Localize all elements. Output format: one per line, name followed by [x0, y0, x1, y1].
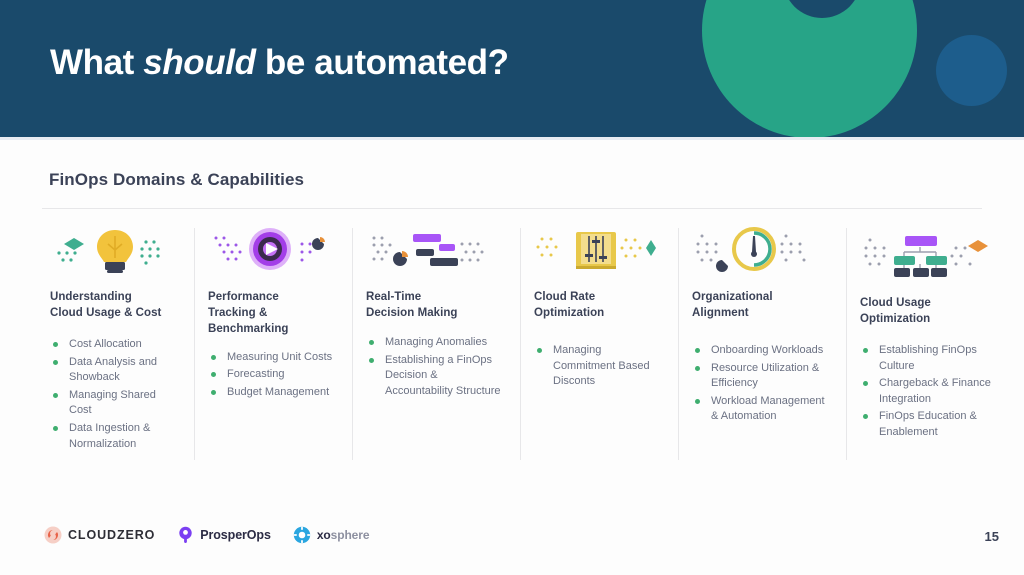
capability-item: Budget Management	[208, 385, 338, 401]
slide-footer: CLOUDZERO ProsperOps xosphere 15	[0, 512, 1024, 575]
section-divider	[42, 208, 982, 209]
domain-heading-line2: Decision Making	[366, 306, 458, 319]
capability-list: Managing Anomalies Establishing a FinOps…	[366, 335, 506, 399]
slide: What should be automated? FinOps Domains…	[0, 0, 1024, 575]
domain-heading-line1: Real-Time	[366, 291, 422, 303]
capability-list: Measuring Unit Costs Forecasting Budget …	[208, 350, 338, 401]
domain-heading-line2: Alignment	[692, 306, 749, 319]
xosphere-mark-icon	[293, 526, 311, 544]
domain-heading-line1: Cloud Rate	[534, 291, 596, 303]
domain-heading: Organizational Alignment	[692, 290, 832, 323]
capability-item: Managing Shared Cost	[50, 388, 180, 419]
domain-column-cloud-usage-optimization: Cloud Usage Optimization Establishing Fi…	[846, 222, 1024, 462]
page-number: 15	[984, 529, 999, 544]
gauge-clock-icon	[692, 222, 832, 278]
slide-title-post: be automated?	[255, 43, 509, 82]
sponsor-logos: CLOUDZERO ProsperOps xosphere	[44, 526, 370, 544]
capability-list: Establishing FinOps Culture Chargeback &…	[860, 343, 1010, 441]
slide-header: What should be automated?	[0, 0, 1024, 137]
prosperops-mark-icon	[179, 526, 192, 543]
cloudzero-mark-icon	[44, 526, 62, 544]
domain-column-organizational-alignment: Organizational Alignment Onboarding Work…	[678, 222, 846, 462]
xosphere-logo-text-light: sphere	[330, 528, 370, 542]
target-play-icon	[208, 222, 338, 278]
capability-item: Managing Commitment Based Disconts	[534, 343, 664, 390]
capability-item: Managing Anomalies	[366, 335, 506, 351]
domain-heading-line2: Tracking &	[208, 306, 268, 319]
domain-heading: Cloud Rate Optimization	[534, 290, 664, 323]
header-underline	[0, 137, 1024, 140]
domain-heading-line2: Optimization	[534, 306, 605, 319]
capability-list: Cost Allocation Data Analysis and Showba…	[50, 337, 180, 452]
domain-heading: Real-Time Decision Making	[366, 290, 506, 323]
capability-item: Resource Utilization & Efficiency	[692, 361, 832, 392]
domains-columns: Understanding Cloud Usage & Cost Cost Al…	[36, 222, 991, 462]
cloudzero-logo: CLOUDZERO	[44, 526, 155, 544]
domain-heading-line1: Performance	[208, 291, 279, 303]
capability-item: Cost Allocation	[50, 337, 180, 353]
capability-item: Measuring Unit Costs	[208, 350, 338, 366]
cloudzero-logo-text: CLOUDZERO	[68, 528, 156, 542]
domain-heading-line1: Understanding	[50, 291, 132, 303]
domain-column-real-time-decision-making: Real-Time Decision Making Managing Anoma…	[352, 222, 520, 462]
capability-item: Data Analysis and Showback	[50, 355, 180, 386]
capability-item: Forecasting	[208, 367, 338, 383]
domain-heading-line1: Cloud Usage	[860, 297, 931, 309]
capability-item: FinOps Education & Enablement	[860, 409, 1010, 440]
xosphere-logo-text: xosphere	[317, 528, 370, 542]
domain-heading: Cloud Usage Optimization	[860, 296, 1010, 329]
domain-heading-line3: Benchmarking	[208, 322, 289, 335]
slide-title: What should be automated?	[50, 43, 509, 83]
capability-item: Data Ingestion & Normalization	[50, 421, 180, 452]
domain-heading: Understanding Cloud Usage & Cost	[50, 290, 180, 323]
domain-column-understanding-cloud-usage-cost: Understanding Cloud Usage & Cost Cost Al…	[36, 222, 194, 462]
xosphere-logo-text-bold: xo	[316, 528, 331, 542]
capability-item: Establishing FinOps Culture	[860, 343, 1010, 374]
lightbulb-icon	[50, 222, 180, 278]
prosperops-logo-text: ProsperOps	[200, 528, 271, 542]
capability-item: Chargeback & Finance Integration	[860, 376, 1010, 407]
domain-heading: Performance Tracking & Benchmarking	[208, 290, 338, 338]
capability-item: Establishing a FinOps Decision & Account…	[366, 353, 506, 400]
org-chart-icon	[860, 222, 1010, 278]
capability-item: Onboarding Workloads	[692, 343, 832, 359]
domain-heading-line2: Cloud Usage & Cost	[50, 306, 162, 319]
domain-heading-line2: Optimization	[860, 312, 931, 325]
capability-list: Managing Commitment Based Disconts	[534, 343, 664, 390]
xosphere-logo: xosphere	[293, 526, 370, 544]
capability-list: Onboarding Workloads Resource Utilizatio…	[692, 343, 832, 425]
blue-circle-decoration	[936, 35, 1007, 106]
domain-column-cloud-rate-optimization: Cloud Rate Optimization Managing Commitm…	[520, 222, 678, 462]
domain-column-performance-tracking-benchmarking: Performance Tracking & Benchmarking Meas…	[194, 222, 352, 462]
teal-ring-decoration	[702, 0, 917, 137]
slide-title-emphasis: should	[143, 43, 256, 82]
slide-title-pre: What	[50, 43, 144, 82]
gantt-chart-icon	[366, 222, 506, 278]
section-title: FinOps Domains & Capabilities	[49, 170, 305, 189]
domain-heading-line1: Organizational	[692, 291, 773, 303]
capability-item: Workload Management & Automation	[692, 394, 832, 425]
sliders-panel-icon	[534, 222, 664, 278]
prosperops-logo: ProsperOps	[177, 526, 271, 544]
